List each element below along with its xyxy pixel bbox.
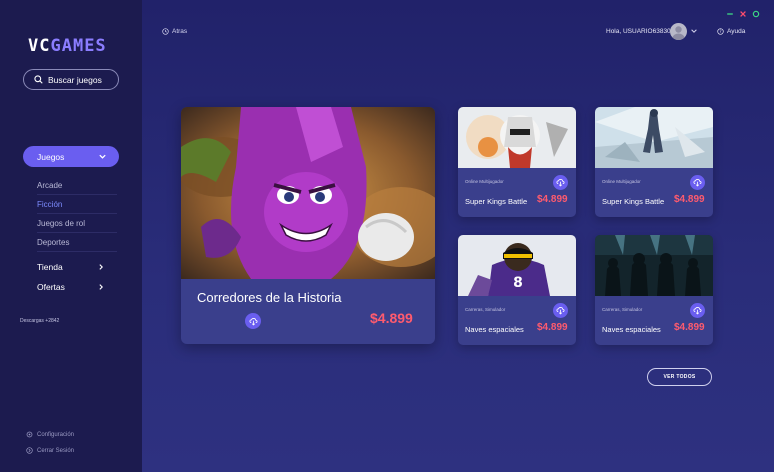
game-card-title: Naves espaciales	[602, 325, 661, 334]
featured-downloads: Descargas +2842	[20, 318, 60, 324]
game-card-download-button[interactable]	[553, 175, 568, 190]
sub-item-deportes[interactable]: Deportes	[37, 233, 117, 252]
help-link[interactable]: ? Ayuda	[717, 28, 745, 35]
juegos-menu-button[interactable]: Juegos	[23, 146, 119, 167]
game-card-image	[595, 107, 713, 168]
game-card-tags: Online Multijugador	[602, 179, 641, 184]
download-icon	[556, 179, 565, 187]
featured-download-button[interactable]	[245, 313, 261, 329]
logo-part-1: VC	[28, 36, 51, 56]
minimize-icon[interactable]	[726, 10, 734, 18]
game-card-tags: Online Multijugador	[465, 179, 504, 184]
help-label: Ayuda	[727, 28, 746, 35]
brand-logo[interactable]: VC GAMES	[28, 36, 107, 56]
svg-text:8: 8	[513, 275, 523, 291]
game-card[interactable]: Carreras, Simulador Naves espaciales $4.…	[595, 235, 713, 345]
game-card[interactable]: Online Multijugador Super Kings Battle $…	[458, 107, 576, 217]
game-card-image	[595, 235, 713, 296]
chevron-down-icon	[99, 154, 106, 159]
avatar[interactable]	[670, 23, 687, 40]
back-link[interactable]: Atras	[162, 28, 187, 35]
download-icon	[693, 179, 702, 187]
logo-part-2: GAMES	[50, 36, 107, 56]
chevron-right-icon	[99, 264, 103, 270]
cerrar-sesion-link[interactable]: Cerrar Sesión	[26, 447, 74, 454]
game-card-download-button[interactable]	[553, 303, 568, 318]
download-icon	[693, 307, 702, 315]
featured-price: $4.899	[370, 310, 413, 326]
sub-item-juegos-de-rol[interactable]: Juegos de rol	[37, 214, 117, 233]
search-button-label: Buscar juegos	[48, 74, 102, 85]
game-card[interactable]: 8 Carreras, Simulador Naves espaciales $…	[458, 235, 576, 345]
user-avatar-icon	[672, 26, 685, 40]
game-card-tags: Carreras, Simulador	[465, 307, 506, 312]
cerrar-sesion-label: Cerrar Sesión	[37, 447, 75, 454]
user-greeting: Hola, USUARIO63830	[606, 28, 671, 35]
featured-game-card[interactable]	[181, 107, 435, 344]
featured-game-image	[181, 107, 435, 279]
help-icon: ?	[717, 28, 724, 35]
logout-icon	[26, 447, 33, 454]
game-card-image: 8	[458, 235, 576, 296]
juegos-sub-list: Arcade Ficción Juegos de rol Deportes	[37, 176, 117, 252]
chevron-right-icon	[99, 284, 103, 290]
back-label: Atras	[172, 28, 188, 35]
featured-title: Corredores de la Historia	[197, 290, 342, 305]
game-card[interactable]: Online Multijugador Super Kings Battle $…	[595, 107, 713, 217]
game-card-price: $4.899	[537, 194, 568, 205]
nav-item-tienda[interactable]: Tienda	[37, 260, 105, 274]
game-card-title: Super Kings Battle	[465, 197, 528, 206]
nav-item-ofertas[interactable]: Ofertas	[37, 280, 105, 294]
game-card-price: $4.899	[537, 322, 568, 333]
game-card-tags: Carreras, Simulador	[602, 307, 643, 312]
gear-icon	[26, 431, 33, 438]
game-card-download-button[interactable]	[690, 303, 705, 318]
game-card-price: $4.899	[674, 322, 705, 333]
download-icon	[556, 307, 565, 315]
back-clock-icon	[162, 28, 169, 35]
search-button[interactable]: Buscar juegos	[23, 69, 119, 90]
maximize-icon[interactable]	[752, 10, 760, 18]
close-icon[interactable]	[739, 10, 747, 18]
svg-text:?: ?	[719, 29, 721, 34]
configuracion-link[interactable]: Configuración	[26, 431, 74, 438]
ver-todos-button[interactable]: VER TODOS	[647, 368, 712, 386]
game-card-title: Super Kings Battle	[602, 197, 665, 206]
sidebar: VC GAMES Buscar juegos Juegos Arcade Ficc…	[0, 0, 142, 472]
juegos-label: Juegos	[37, 151, 65, 162]
nav-item-ofertas-label: Ofertas	[37, 282, 65, 292]
game-card-title: Naves espaciales	[465, 325, 524, 334]
chevron-down-icon[interactable]	[690, 27, 698, 35]
configuracion-label: Configuración	[37, 431, 75, 438]
nav-item-tienda-label: Tienda	[37, 262, 63, 272]
game-card-image	[458, 107, 576, 168]
game-card-price: $4.899	[674, 194, 705, 205]
search-icon	[34, 75, 43, 84]
game-card-download-button[interactable]	[690, 175, 705, 190]
sub-item-ficcion[interactable]: Ficción	[37, 195, 117, 214]
download-icon	[248, 317, 258, 325]
sub-item-arcade[interactable]: Arcade	[37, 176, 117, 195]
